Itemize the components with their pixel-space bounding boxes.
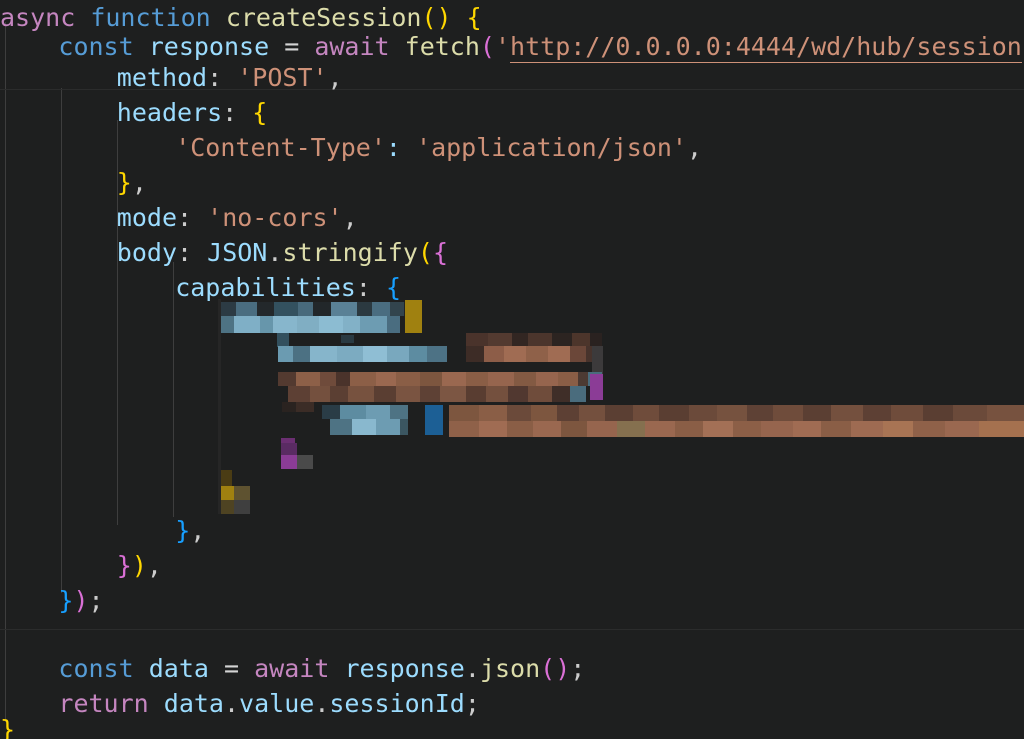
code-token: : xyxy=(222,98,238,127)
code-token: } xyxy=(0,715,16,739)
code-token: : xyxy=(177,203,193,232)
code-token: headers xyxy=(116,98,223,127)
code-token: . xyxy=(267,238,283,267)
code-token: stringify xyxy=(282,238,418,267)
code-line-11[interactable] xyxy=(0,340,1024,376)
code-token: . xyxy=(464,654,480,683)
code-line-12[interactable] xyxy=(0,375,1024,411)
code-token: json xyxy=(479,654,541,683)
code-line-8[interactable]: body: JSON.stringify({ xyxy=(0,235,1024,271)
code-token: : xyxy=(355,273,371,302)
code-token: capabilities xyxy=(175,273,356,302)
code-line-18[interactable]: }); xyxy=(0,583,1024,619)
code-token: 'POST' xyxy=(237,63,328,92)
code-line-3[interactable]: method: 'POST', xyxy=(0,60,1024,96)
code-token: , xyxy=(686,133,703,162)
code-token: 'application/json' xyxy=(416,133,687,162)
code-token: ; xyxy=(570,654,586,683)
code-token: , xyxy=(131,168,147,197)
code-line-13[interactable] xyxy=(0,410,1024,446)
code-token: } xyxy=(175,516,191,545)
code-token: response xyxy=(148,32,270,61)
code-token: await xyxy=(314,32,390,61)
code-token: : xyxy=(177,238,193,267)
code-token: ) xyxy=(131,551,147,580)
code-token: async xyxy=(0,3,76,32)
code-token: ( xyxy=(479,32,495,61)
code-token: } xyxy=(116,551,132,580)
code-token: 'no-cors' xyxy=(207,203,343,232)
code-line-4[interactable]: headers: { xyxy=(0,95,1024,131)
code-token: } xyxy=(116,168,132,197)
code-token: , xyxy=(342,203,358,232)
code-token: = xyxy=(284,32,300,61)
code-line-22[interactable]: } xyxy=(0,712,1024,739)
code-token: { xyxy=(466,3,482,32)
code-token: fetch xyxy=(404,32,480,61)
code-token: const xyxy=(58,32,134,61)
code-line-19[interactable] xyxy=(0,618,1024,654)
code-token: } xyxy=(58,586,74,615)
code-token: method xyxy=(116,63,208,92)
code-token: JSON xyxy=(207,238,268,267)
code-token: , xyxy=(190,516,206,545)
url-link[interactable]: http://0.0.0.0:4444/wd/hub/session xyxy=(510,32,1022,63)
code-token: { xyxy=(432,238,449,267)
code-line-16[interactable]: }, xyxy=(0,513,1024,549)
code-line-14[interactable] xyxy=(0,445,1024,481)
code-token: ' xyxy=(494,32,511,61)
code-line-10[interactable] xyxy=(0,305,1024,341)
code-token: createSession xyxy=(225,3,422,32)
code-token: { xyxy=(252,98,268,127)
code-token: , xyxy=(327,63,343,92)
code-token: ) xyxy=(73,586,89,615)
code-token: data xyxy=(148,654,209,683)
code-token: { xyxy=(385,273,401,302)
code-line-5[interactable]: 'Content-Type': 'application/json', xyxy=(0,130,1024,166)
code-token: () xyxy=(540,654,571,683)
code-line-9[interactable]: capabilities: { xyxy=(0,270,1024,306)
code-token: : xyxy=(385,133,401,162)
code-token: , xyxy=(146,551,162,580)
code-token: = xyxy=(224,654,240,683)
code-token: mode xyxy=(116,203,178,232)
code-line-7[interactable]: mode: 'no-cors', xyxy=(0,200,1024,236)
editor-surface[interactable]: async function createSession() {const re… xyxy=(0,0,1024,739)
code-token: function xyxy=(90,3,211,32)
code-token: await xyxy=(254,654,330,683)
code-token: ( xyxy=(417,238,433,267)
code-token: body xyxy=(116,238,178,267)
code-line-17[interactable]: }), xyxy=(0,548,1024,584)
code-line-15[interactable] xyxy=(0,480,1024,516)
code-token: const xyxy=(58,654,134,683)
code-line-6[interactable]: }, xyxy=(0,165,1024,201)
code-line-20[interactable]: const data = await response.json(); xyxy=(0,651,1024,687)
code-token: response xyxy=(344,654,465,683)
code-token: 'Content-Type' xyxy=(175,133,386,162)
code-token: ; xyxy=(88,586,104,615)
code-token: : xyxy=(207,63,223,92)
code-editor-window: async function createSession() {const re… xyxy=(0,0,1024,739)
code-token: () xyxy=(421,3,452,32)
